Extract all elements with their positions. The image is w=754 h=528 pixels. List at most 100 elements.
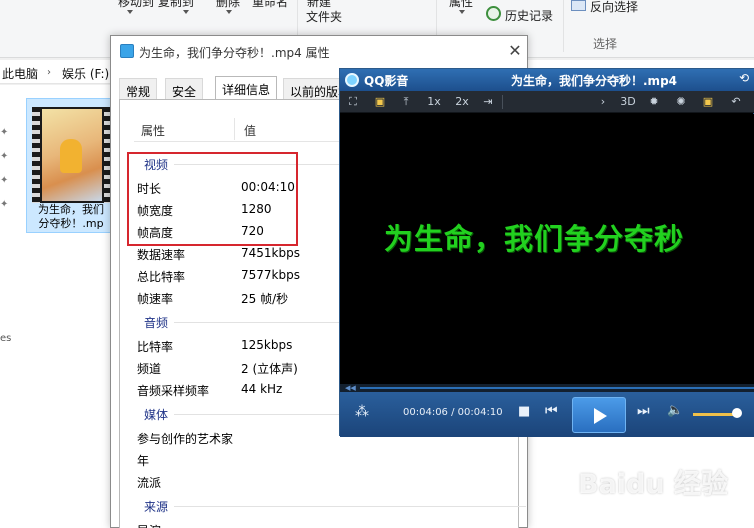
property-key: 流派: [137, 476, 162, 490]
properties-button[interactable]: 属性: [449, 0, 473, 10]
dialog-title: 为生命，我们争分夺秒！.mp4 属性: [139, 46, 330, 60]
player-app-name: QQ影音: [364, 74, 409, 88]
invert-selection-icon: [571, 0, 586, 11]
player-file-name: 为生命，我们争分夺秒！.mp4: [511, 74, 678, 88]
chevron-down-icon: [459, 10, 465, 14]
dialog-titlebar[interactable]: 为生命，我们争分夺秒！.mp4 属性 ✕: [111, 36, 527, 68]
subtitle-icon[interactable]: ▣: [700, 94, 716, 110]
video-thumbnail: [32, 107, 112, 203]
group-audio-label: 音频: [144, 316, 169, 330]
property-row[interactable]: 年: [134, 448, 526, 470]
history-button[interactable]: 历史记录: [505, 7, 553, 24]
video-area[interactable]: 为生命，我们争分夺秒: [340, 114, 754, 384]
navigation-pane: ✦ ✦ ✦ ✦ es: [0, 85, 20, 528]
footprint-icon[interactable]: ⁂: [355, 404, 369, 420]
rename-button[interactable]: 重命名: [252, 0, 288, 10]
ribbon-divider: [563, 0, 564, 52]
file-name-line2: 分夺秒！.mp: [38, 217, 104, 230]
group-source: 来源: [134, 495, 526, 517]
thumbnail-picture: [42, 109, 102, 201]
chevron-down-icon: [183, 10, 189, 14]
brightness-icon[interactable]: ✹: [646, 94, 662, 110]
watermark-url: jingyan.baidu.com: [610, 495, 703, 506]
property-key: 年: [137, 454, 150, 468]
property-value: 7451kbps: [241, 246, 300, 260]
settings-icon[interactable]: ✺: [673, 94, 689, 110]
chevron-right-icon[interactable]: ›: [596, 94, 610, 110]
previous-icon[interactable]: ⏮: [545, 403, 558, 419]
header-value[interactable]: 值: [244, 122, 256, 139]
property-row[interactable]: 导演: [134, 518, 526, 528]
player-titlebar[interactable]: QQ影音 为生命，我们争分夺秒！.mp4 ⟲: [340, 69, 754, 91]
tab-security[interactable]: 安全: [165, 78, 204, 100]
file-name-line1: 为生命，我们: [38, 203, 104, 216]
seek-start-icon: ◀◀: [345, 384, 356, 392]
property-key: 音频采样频率: [137, 384, 210, 398]
property-key: 参与创作的艺术家: [137, 432, 234, 446]
fit-icon[interactable]: ⇥: [480, 94, 496, 110]
video-file-icon: [120, 44, 134, 58]
pin-icon: ✦: [0, 199, 9, 210]
group-media-label: 媒体: [144, 408, 169, 422]
property-value: 25 帧/秒: [241, 292, 289, 306]
volume-knob[interactable]: [732, 408, 742, 418]
property-value: 44 kHz: [241, 382, 283, 396]
chevron-down-icon: [226, 10, 232, 14]
property-key: 帧速率: [137, 292, 174, 306]
layout-icon[interactable]: ▣: [372, 94, 388, 110]
property-value: 7577kbps: [241, 268, 300, 282]
thumbnail-figure: [60, 139, 82, 173]
new-folder-button[interactable]: 文件夹: [306, 8, 342, 25]
chevron-down-icon: [127, 10, 133, 14]
select-group-label: 选择: [593, 37, 618, 51]
menu-icon[interactable]: ⟲: [739, 71, 749, 85]
3d-button[interactable]: 3D: [618, 94, 638, 110]
play-button[interactable]: [572, 397, 626, 433]
player-toolbar: ⛶ ▣ ⤒ 1x 2x ⇥ › 3D ✹ ✺ ▣ ↶: [340, 91, 754, 113]
group-divider: [174, 506, 526, 507]
property-key: 数据速率: [137, 248, 186, 262]
play-icon: [594, 408, 607, 424]
breadcrumb-pc[interactable]: 此电脑: [2, 65, 38, 82]
property-key: 导演: [137, 522, 161, 528]
rotate-icon[interactable]: ↶: [725, 94, 747, 110]
group-source-label: 来源: [144, 500, 169, 514]
stop-icon[interactable]: ■: [518, 404, 530, 419]
breadcrumb-drive[interactable]: 娱乐 (F:): [62, 65, 109, 82]
pin-icon: ✦: [0, 151, 9, 162]
delete-button[interactable]: 删除: [216, 0, 240, 10]
history-icon: [486, 6, 501, 21]
pin-icon: ✦: [0, 175, 9, 186]
property-key: 频道: [137, 362, 162, 376]
property-row[interactable]: 流派: [134, 470, 526, 492]
invert-selection-button[interactable]: 反向选择: [590, 0, 638, 15]
file-name: 为生命，我们 分夺秒！.mp: [27, 203, 115, 231]
seek-bar[interactable]: ◀◀: [340, 384, 754, 392]
film-strip-left: [32, 107, 40, 203]
speed-1x-button[interactable]: 1x: [423, 94, 445, 110]
tab-details[interactable]: 详细信息: [215, 76, 278, 101]
header-property[interactable]: 属性: [141, 122, 165, 139]
qq-player-window: QQ影音 为生命，我们争分夺秒！.mp4 ⟲ ⛶ ▣ ⤒ 1x 2x ⇥ › 3…: [339, 68, 754, 437]
nav-item-partial[interactable]: es: [0, 333, 11, 344]
screenshot-icon[interactable]: ⤒: [398, 94, 414, 110]
move-copy-label[interactable]: 移动到 复制到: [118, 0, 194, 10]
toolbar-divider: [502, 95, 503, 109]
close-icon[interactable]: ✕: [506, 39, 524, 63]
tab-general[interactable]: 常规: [119, 78, 158, 100]
seek-track[interactable]: [360, 387, 754, 389]
video-subtitle: 为生命，我们争分夺秒: [384, 222, 685, 256]
video-file-item[interactable]: 为生命，我们 分夺秒！.mp: [26, 98, 116, 233]
header-divider: [234, 118, 235, 140]
highlight-box: [127, 152, 298, 246]
next-icon[interactable]: ⏭: [637, 403, 650, 419]
player-controls: ⁂ 00:04:06 / 00:04:10 ■ ⏮ ⏭ 🔈: [340, 392, 754, 437]
property-value: 125kbps: [241, 338, 293, 352]
property-key: 比特率: [137, 340, 174, 354]
volume-icon[interactable]: 🔈: [667, 403, 683, 418]
breadcrumb-chevron-icon: ›: [47, 67, 51, 78]
speed-2x-button[interactable]: 2x: [451, 94, 473, 110]
fullscreen-icon[interactable]: ⛶: [345, 94, 361, 110]
property-value: 2 (立体声): [241, 362, 298, 376]
property-key: 总比特率: [137, 270, 186, 284]
